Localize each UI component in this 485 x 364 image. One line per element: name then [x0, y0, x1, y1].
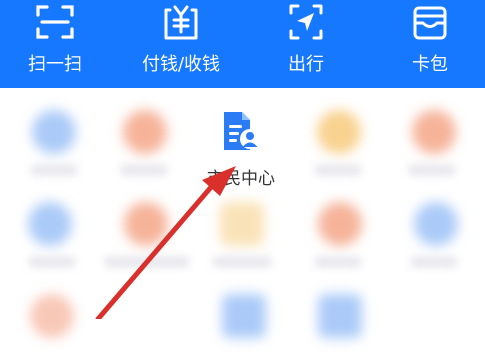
blurred-app-label [314, 256, 362, 268]
blurred-app-label [30, 164, 78, 176]
blurred-app-icon[interactable] [124, 202, 168, 246]
transit-button[interactable]: 出行 [256, 0, 356, 88]
blurred-app-label [120, 164, 168, 176]
citizen-center-label: 市民中心 [207, 169, 275, 189]
card-wallet-icon [413, 6, 447, 40]
blurred-app-label [314, 164, 362, 176]
app-grid: 市民中心 [0, 88, 485, 338]
pay-receive-label: 付钱/收钱 [141, 54, 221, 75]
blurred-app-label [104, 256, 190, 268]
blurred-app-icon[interactable] [123, 110, 167, 154]
blurred-app-icon[interactable] [317, 110, 361, 154]
blurred-app-icon[interactable] [318, 202, 362, 246]
scan-icon [36, 5, 74, 39]
top-shortcut-bar: 扫一扫 付钱/收钱 出行 卡包 [0, 0, 485, 88]
citizen-center-app[interactable]: 市民中心 [196, 100, 286, 189]
card-wallet-button[interactable]: 卡包 [380, 0, 480, 88]
blurred-app-icon[interactable] [32, 110, 76, 154]
blurred-app-icon[interactable] [28, 202, 72, 246]
blurred-app-label [212, 256, 272, 268]
blurred-app-icon[interactable] [222, 294, 266, 338]
blurred-app-icon[interactable] [220, 202, 264, 246]
app-grid-row [0, 284, 485, 364]
payment-code-icon [164, 5, 198, 40]
blurred-app-icon[interactable] [30, 294, 74, 338]
pay-receive-button[interactable]: 付钱/收钱 [131, 0, 231, 88]
blurred-app-label [410, 256, 458, 268]
blurred-app-label [408, 164, 456, 176]
transit-label: 出行 [288, 54, 324, 75]
app-grid-row [0, 188, 485, 268]
scan-button[interactable]: 扫一扫 [5, 0, 105, 88]
blurred-app-icon[interactable] [414, 202, 458, 246]
scan-label: 扫一扫 [28, 54, 82, 75]
blurred-app-icon[interactable] [412, 110, 456, 154]
citizen-center-icon [224, 112, 260, 150]
card-wallet-label: 卡包 [412, 54, 448, 75]
blurred-app-icon[interactable] [318, 294, 362, 338]
blurred-app-label [28, 256, 76, 268]
transit-icon [289, 4, 323, 40]
